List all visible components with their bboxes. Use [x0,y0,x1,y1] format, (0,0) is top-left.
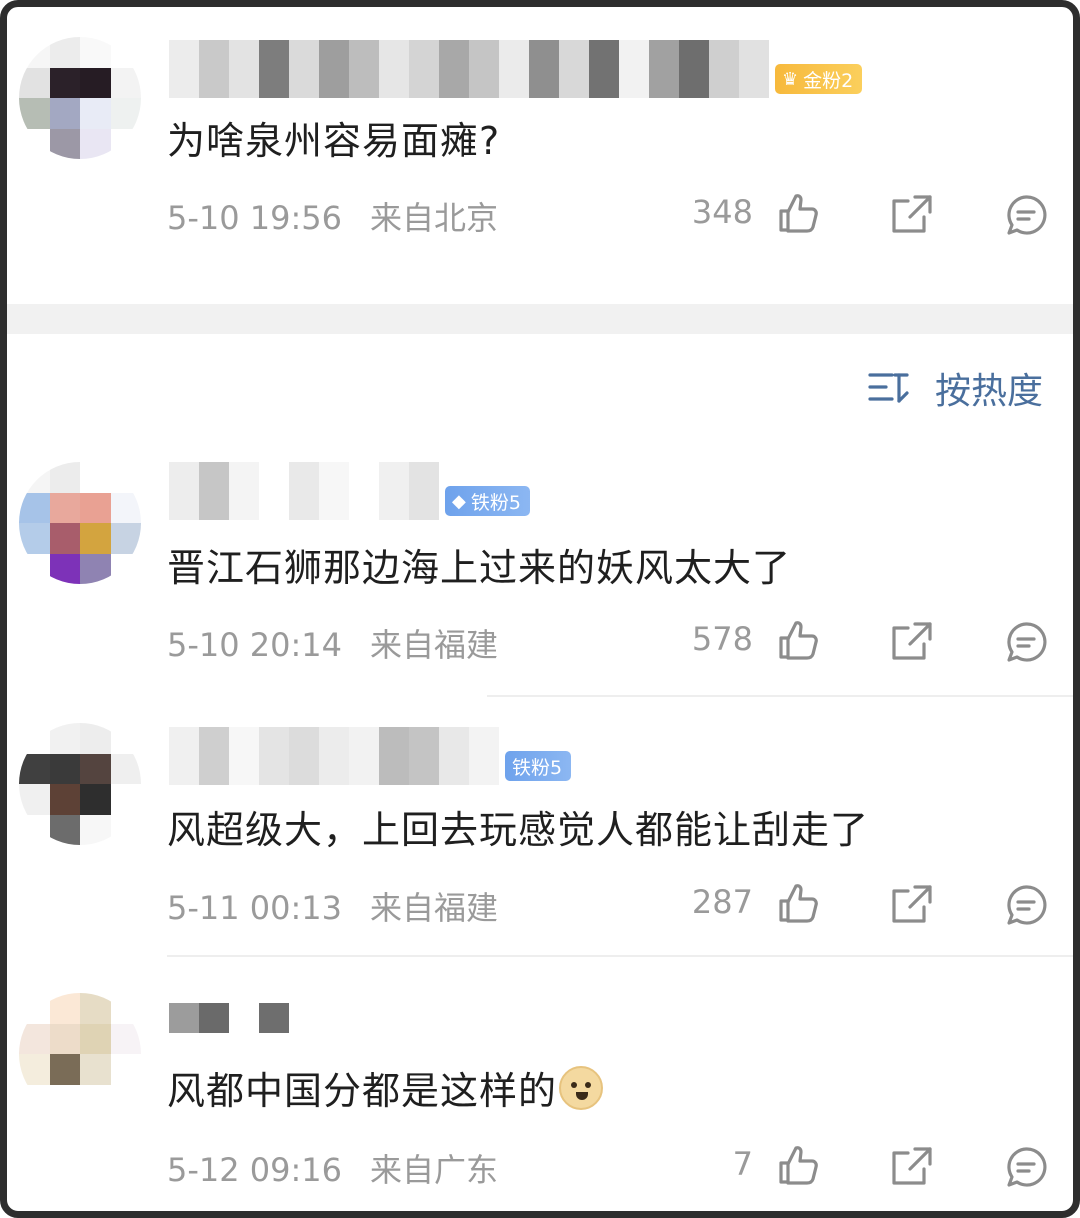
comment-list-screen: ♛ 金粉2 为啥泉州容易面瘫? 5-10 19:56 来自北京 348 按热度 [0,0,1080,1218]
username-pixelated[interactable]: ◆ 铁粉5 [169,462,530,520]
comment-time: 5-10 19:56 [167,199,343,237]
comment-separator [487,695,1073,697]
crown-icon: ♛ [782,68,799,90]
comment-text[interactable]: 风都中国分都是这样的 [167,1060,604,1115]
sort-label: 按热度 [934,371,1043,412]
comment-time: 5-10 20:14 [167,626,343,664]
comment-icon[interactable] [1004,193,1048,237]
comment-location: 来自福建 [370,889,499,927]
like-count: 287 [691,883,753,921]
comment-location: 来自广东 [370,1151,499,1189]
badge-label: 铁粉5 [512,756,563,779]
share-icon[interactable] [890,620,934,664]
comment-text[interactable]: 晋江石狮那边海上过来的妖风太大了 [167,537,791,592]
comment-text-content: 风都中国分都是这样的 [167,1069,558,1113]
comment-meta: 5-11 00:13 来自福建 [167,883,498,929]
comment-location: 来自福建 [370,626,499,664]
comment-text[interactable]: 为啥泉州容易面瘫? [167,110,500,165]
like-count: 348 [691,193,753,231]
avatar[interactable] [19,462,141,584]
badge-label: 铁粉5 [470,491,521,514]
sort-icon [868,373,909,403]
share-icon[interactable] [890,193,934,237]
avatar[interactable] [19,37,141,159]
section-divider [7,304,1073,334]
comment-icon[interactable] [1004,620,1048,664]
username-pixelated[interactable] [169,1003,289,1033]
sort-toggle[interactable]: 按热度 [867,362,1043,414]
username-pixelated[interactable]: 铁粉5 [169,727,572,785]
comment-time: 5-12 09:16 [167,1151,343,1189]
thumbs-up-icon[interactable] [777,618,821,662]
share-icon[interactable] [890,1145,934,1189]
avatar[interactable] [19,723,141,845]
comment-location: 来自北京 [370,199,499,237]
like-count: 7 [732,1145,753,1183]
comment-text[interactable]: 风超级大，上回去玩感觉人都能让刮走了 [167,799,869,854]
comment-time: 5-11 00:13 [167,889,343,927]
like-count: 578 [691,620,753,658]
comment-icon[interactable] [1004,1145,1048,1189]
thumbs-up-icon[interactable] [777,191,821,235]
username-pixelated[interactable]: ♛ 金粉2 [169,40,863,98]
comment-meta: 5-10 19:56 来自北京 [167,193,498,239]
doge-emoji [559,1066,604,1110]
thumbs-up-icon[interactable] [777,881,821,925]
fan-badge[interactable]: 铁粉5 [505,751,572,781]
fan-badge[interactable]: ◆ 铁粉5 [445,486,530,516]
thumbs-up-icon[interactable] [777,1143,821,1187]
comment-icon[interactable] [1004,883,1048,927]
diamond-icon: ◆ [452,490,466,512]
share-icon[interactable] [890,883,934,927]
comment-separator [167,955,1073,957]
comment-meta: 5-12 09:16 来自广东 [167,1145,498,1191]
badge-label: 金粉2 [803,69,854,92]
avatar[interactable] [19,993,141,1115]
fan-badge[interactable]: ♛ 金粉2 [775,64,863,94]
comment-meta: 5-10 20:14 来自福建 [167,620,498,666]
